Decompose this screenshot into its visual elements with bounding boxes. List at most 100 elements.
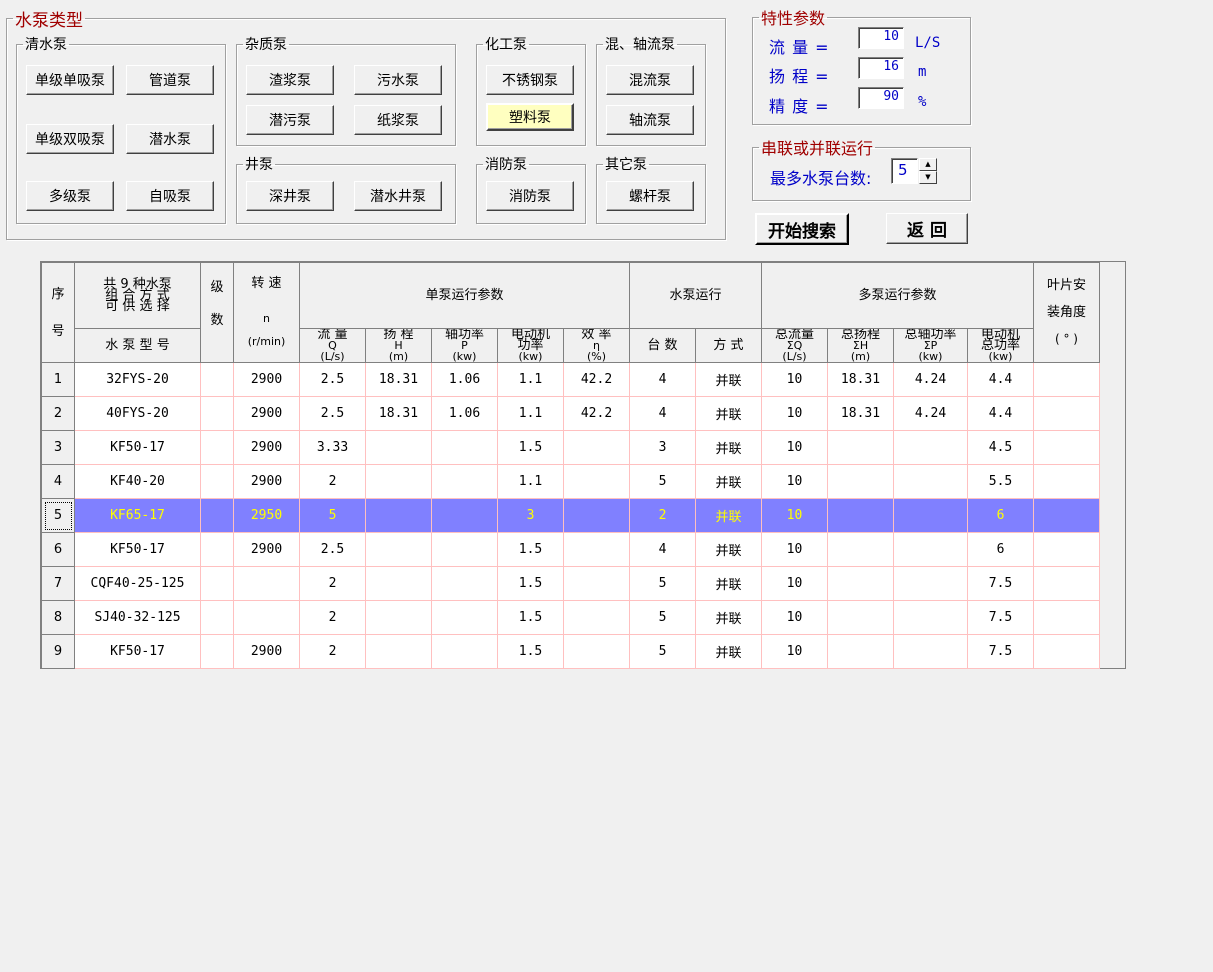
cell-th	[827, 532, 894, 567]
slurry-pump-button[interactable]: 渣浆泵	[246, 65, 334, 95]
cell-blade	[1033, 430, 1100, 465]
cell-idx[interactable]: 9	[41, 634, 75, 669]
chemical-pump-title: 化工泵	[485, 37, 527, 53]
cell-speed: 2900	[233, 532, 300, 567]
head-input[interactable]: 16	[858, 57, 904, 79]
axial-flow-pump-button[interactable]: 轴流泵	[606, 105, 694, 135]
back-button[interactable]: 返 回	[886, 213, 968, 244]
col-motor-power-header: 电动机 功率 (kw)	[497, 328, 564, 363]
cell-q: 5	[299, 498, 366, 533]
sewage-pump-button[interactable]: 污水泵	[354, 65, 442, 95]
cell-tp	[893, 430, 968, 465]
well-pump-title: 井泵	[245, 157, 273, 173]
max-pumps-spinner[interactable]: ▲ ▼	[919, 158, 937, 184]
cell-count: 3	[629, 430, 696, 465]
characteristic-params-title: 特性参数	[761, 9, 826, 28]
table-row[interactable]: 9 KF50-17 2900 2 1.5 5 并联 10 7.5	[41, 634, 1100, 669]
pump-type-title: 水泵类型	[15, 11, 83, 31]
cell-speed: 2900	[233, 430, 300, 465]
cell-mode: 并联	[695, 600, 762, 635]
table-row[interactable]: 7 CQF40-25-125 2 1.5 5 并联 10 7.5	[41, 566, 1100, 601]
cell-h	[365, 566, 432, 601]
col-combo-header: 共 9 种水泵组 合 方 式可 供 选 择	[74, 262, 201, 329]
impurity-pump-title: 杂质泵	[245, 37, 287, 53]
cell-e: 42.2	[563, 396, 630, 431]
cell-idx[interactable]: 4	[41, 464, 75, 499]
deep-well-pump-button[interactable]: 深井泵	[246, 181, 334, 211]
table-row[interactable]: 8 SJ40-32-125 2 1.5 5 并联 10 7.5	[41, 600, 1100, 635]
cell-tq: 10	[761, 566, 828, 601]
cell-h: 18.31	[365, 396, 432, 431]
cell-tm: 7.5	[967, 600, 1034, 635]
cell-h	[365, 498, 432, 533]
fire-pump-button[interactable]: 消防泵	[486, 181, 574, 211]
cell-model: SJ40-32-125	[74, 600, 201, 635]
cell-tp	[893, 566, 968, 601]
cell-count: 5	[629, 634, 696, 669]
cell-m: 1.1	[497, 464, 564, 499]
table-row[interactable]: 1 32FYS-20 2900 2.5 18.31 1.06 1.1 42.2 4 并联 10 18.…	[41, 362, 1100, 397]
table-row[interactable]: 3 KF50-17 2900 3.33 1.5 3 并联 10 4.5	[41, 430, 1100, 465]
cell-speed: 2900	[233, 396, 300, 431]
cell-idx[interactable]: 7	[41, 566, 75, 601]
table-row[interactable]: 4 KF40-20 2900 2 1.1 5 并联 10 5.5	[41, 464, 1100, 499]
cell-stage	[200, 634, 234, 669]
cell-tm: 4.5	[967, 430, 1034, 465]
col-total-head-header: 总扬程 ΣH (m)	[827, 328, 894, 363]
cell-tp: 4.24	[893, 396, 968, 431]
cell-tq: 10	[761, 498, 828, 533]
col-stage-header: 级数	[200, 262, 234, 363]
single-stage-single-suction-button[interactable]: 单级单吸泵	[26, 65, 114, 95]
self-priming-pump-button[interactable]: 自吸泵	[126, 181, 214, 211]
cell-p	[431, 634, 498, 669]
results-grid[interactable]: 序号 共 9 种水泵组 合 方 式可 供 选 择 级数 转 速 n (r/min) …	[40, 261, 1126, 669]
submersible-well-pump-button[interactable]: 潜水井泵	[354, 181, 442, 211]
clear-water-title: 清水泵	[25, 37, 67, 53]
table-row[interactable]: 2 40FYS-20 2900 2.5 18.31 1.06 1.1 42.2 4 并联 10 18.…	[41, 396, 1100, 431]
cell-blade	[1033, 600, 1100, 635]
submersible-pump-button[interactable]: 潜水泵	[126, 124, 214, 154]
table-row[interactable]: 6 KF50-17 2900 2.5 1.5 4 并联 10 6	[41, 532, 1100, 567]
cell-tm: 4.4	[967, 362, 1034, 397]
table-row[interactable]: 5 KF65-17 2950 5 3 2 并联 10 6	[41, 498, 1100, 533]
cell-tp	[893, 532, 968, 567]
cell-m: 1.1	[497, 362, 564, 397]
cell-idx[interactable]: 2	[41, 396, 75, 431]
stainless-pump-button[interactable]: 不锈钢泵	[486, 65, 574, 95]
pipeline-pump-button[interactable]: 管道泵	[126, 65, 214, 95]
cell-idx[interactable]: 3	[41, 430, 75, 465]
screw-pump-button[interactable]: 螺杆泵	[606, 181, 694, 211]
cell-idx[interactable]: 6	[41, 532, 75, 567]
cell-model: 32FYS-20	[74, 362, 201, 397]
cell-q: 2	[299, 566, 366, 601]
mixed-flow-pump-button[interactable]: 混流泵	[606, 65, 694, 95]
col-efficiency-header: 效 率 η (%)	[563, 328, 630, 363]
cell-idx[interactable]: 5	[41, 498, 75, 533]
cell-stage	[200, 396, 234, 431]
cell-p: 1.06	[431, 396, 498, 431]
flow-label: 流 量 =	[769, 38, 830, 57]
cell-speed	[233, 566, 300, 601]
cell-q: 2.5	[299, 362, 366, 397]
flow-input[interactable]: 10	[858, 27, 904, 49]
spin-down-icon[interactable]: ▼	[919, 171, 937, 184]
cell-tm: 4.4	[967, 396, 1034, 431]
cell-mode: 并联	[695, 362, 762, 397]
pulp-pump-button[interactable]: 纸浆泵	[354, 105, 442, 135]
precision-input[interactable]: 90	[858, 87, 904, 109]
cell-idx[interactable]: 1	[41, 362, 75, 397]
cell-e	[563, 600, 630, 635]
max-pumps-value[interactable]: 5	[891, 158, 918, 184]
start-search-button[interactable]: 开始搜索	[755, 213, 849, 245]
plastic-pump-button[interactable]: 塑料泵	[486, 103, 574, 131]
single-stage-double-suction-button[interactable]: 单级双吸泵	[26, 124, 114, 154]
spin-up-icon[interactable]: ▲	[919, 158, 937, 171]
cell-count: 2	[629, 498, 696, 533]
submersible-sewage-button[interactable]: 潜污泵	[246, 105, 334, 135]
col-model-header: 水 泵 型 号	[74, 328, 201, 363]
cell-mode: 并联	[695, 532, 762, 567]
multistage-pump-button[interactable]: 多级泵	[26, 181, 114, 211]
head-unit: m	[918, 64, 927, 80]
cell-m: 1.5	[497, 634, 564, 669]
cell-idx[interactable]: 8	[41, 600, 75, 635]
